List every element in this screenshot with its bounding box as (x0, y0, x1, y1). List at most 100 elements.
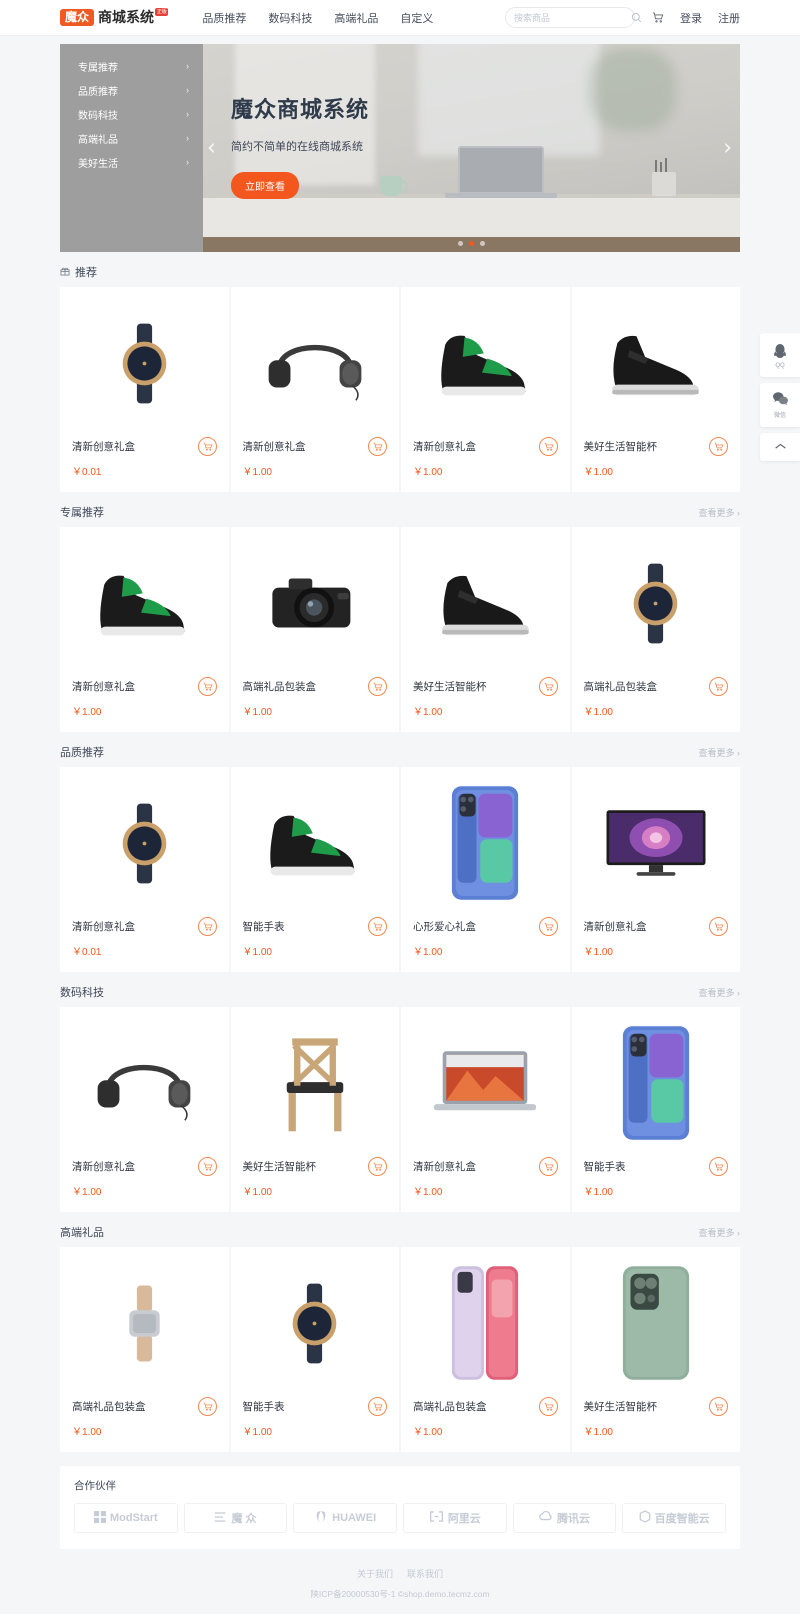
product-image[interactable] (72, 1259, 217, 1387)
carousel-dot-1[interactable] (469, 241, 474, 246)
add-to-cart-icon[interactable] (197, 1157, 217, 1176)
category-item-2[interactable]: 数码科技 › (60, 102, 203, 126)
product-card[interactable]: 美好生活智能杯 ￥1.00 (571, 287, 740, 492)
product-card[interactable]: 清新创意礼盒 ￥1.00 (571, 767, 740, 972)
banner-cta-button[interactable]: 立即查看 (231, 172, 299, 199)
site-logo[interactable]: 魔众 商城系统 正版 (60, 8, 169, 26)
carousel-prev-arrow[interactable]: ‹ (207, 136, 216, 161)
qq-contact-button[interactable]: QQ (760, 333, 800, 377)
partner-logo[interactable]: HUAWEI (293, 1503, 397, 1533)
product-card[interactable]: 智能手表 ￥1.00 (230, 767, 399, 972)
product-image[interactable] (584, 779, 729, 907)
product-image[interactable] (243, 779, 388, 907)
product-card[interactable]: 心形爱心礼盒 ￥1.00 (401, 767, 570, 972)
product-image[interactable] (413, 779, 558, 907)
add-to-cart-icon[interactable] (709, 1397, 728, 1416)
product-card[interactable]: 清新创意礼盒 ￥1.00 (60, 1007, 229, 1212)
product-card[interactable]: 清新创意礼盒 ￥0.01 (60, 767, 229, 972)
add-to-cart-icon[interactable] (709, 677, 728, 696)
product-card[interactable]: 清新创意礼盒 ￥1.00 (401, 287, 570, 492)
search-box[interactable] (505, 7, 642, 28)
nav-item-3[interactable]: 自定义 (400, 10, 433, 26)
partner-label: 腾讯云 (556, 1513, 590, 1525)
product-image[interactable] (584, 1019, 729, 1147)
product-image[interactable] (243, 1019, 388, 1147)
product-image[interactable] (413, 299, 558, 427)
product-card[interactable]: 高端礼品包装盒 ￥1.00 (60, 1247, 229, 1452)
add-to-cart-icon[interactable] (197, 677, 217, 696)
partner-logo[interactable]: 百度智能云 (622, 1503, 726, 1533)
category-item-4[interactable]: 美好生活 › (60, 150, 203, 174)
product-image[interactable] (413, 1019, 558, 1147)
category-item-1[interactable]: 品质推荐 › (60, 78, 203, 102)
product-image[interactable] (72, 299, 217, 427)
product-card[interactable]: 智能手表 ￥1.00 (571, 1007, 740, 1212)
search-icon[interactable] (631, 12, 642, 23)
footer-link-0[interactable]: 关于我们 (357, 1567, 393, 1580)
partner-logo[interactable]: 阿里云 (402, 1503, 507, 1533)
product-image[interactable] (413, 539, 558, 667)
section-more-link[interactable]: 查看更多 › (698, 986, 740, 999)
add-to-cart-icon[interactable] (368, 437, 387, 456)
carousel-dot-2[interactable] (480, 241, 485, 246)
add-to-cart-icon[interactable] (368, 1397, 387, 1416)
add-to-cart-icon[interactable] (709, 437, 728, 456)
add-to-cart-icon[interactable] (197, 1397, 217, 1416)
product-card[interactable]: 高端礼品包装盒 ￥1.00 (571, 527, 740, 732)
add-to-cart-icon[interactable] (368, 677, 387, 696)
wechat-contact-button[interactable]: 微信 (760, 383, 800, 427)
add-to-cart-icon[interactable] (197, 437, 217, 456)
product-image[interactable] (72, 539, 217, 667)
nav-item-1[interactable]: 数码科技 (268, 10, 312, 26)
section-more-link[interactable]: 查看更多 › (698, 1226, 740, 1239)
product-image[interactable] (72, 1019, 217, 1147)
add-to-cart-icon[interactable] (368, 1157, 387, 1176)
footer-link-1[interactable]: 联系我们 (407, 1567, 443, 1580)
product-card[interactable]: 高端礼品包装盒 ￥1.00 (230, 527, 399, 732)
add-to-cart-icon[interactable] (538, 917, 558, 936)
section-more-link[interactable]: 查看更多 › (698, 506, 740, 519)
product-card[interactable]: 美好生活智能杯 ￥1.00 (230, 1007, 399, 1212)
partner-logo[interactable]: 腾讯云 (512, 1503, 617, 1533)
register-link[interactable]: 注册 (718, 10, 740, 26)
add-to-cart-icon[interactable] (538, 437, 558, 456)
add-to-cart-icon[interactable] (709, 1157, 728, 1176)
category-item-3[interactable]: 高端礼品 › (60, 126, 203, 150)
product-card[interactable]: 美好生活智能杯 ￥1.00 (571, 1247, 740, 1452)
add-to-cart-icon[interactable] (368, 917, 387, 936)
product-card[interactable]: 清新创意礼盒 ￥1.00 (60, 527, 229, 732)
add-to-cart-icon[interactable] (538, 1157, 558, 1176)
login-link[interactable]: 登录 (680, 10, 702, 26)
product-image[interactable] (243, 1259, 388, 1387)
nav-item-2[interactable]: 高端礼品 (334, 10, 378, 26)
product-card[interactable]: 清新创意礼盒 ￥0.01 (60, 287, 229, 492)
carousel-dot-0[interactable] (458, 241, 463, 246)
back-to-top-button[interactable] (760, 433, 800, 461)
product-info-row: 心形爱心礼盒 (413, 917, 558, 936)
search-input[interactable] (514, 12, 631, 23)
product-image[interactable] (584, 1259, 729, 1387)
product-card[interactable]: 清新创意礼盒 ￥1.00 (230, 287, 399, 492)
partner-logo[interactable]: 魔 众 (183, 1503, 288, 1533)
carousel-next-arrow[interactable]: › (723, 136, 732, 161)
cart-icon[interactable] (651, 11, 664, 24)
product-image[interactable] (72, 779, 217, 907)
add-to-cart-icon[interactable] (538, 1397, 558, 1416)
add-to-cart-icon[interactable] (709, 917, 728, 936)
product-card[interactable]: 美好生活智能杯 ￥1.00 (401, 527, 570, 732)
nav-item-0[interactable]: 品质推荐 (202, 10, 246, 26)
add-to-cart-icon[interactable] (197, 917, 217, 936)
partner-logo[interactable]: ModStart (74, 1503, 178, 1533)
product-image[interactable] (243, 299, 388, 427)
product-image[interactable] (584, 539, 729, 667)
product-image[interactable] (243, 539, 388, 667)
add-to-cart-icon[interactable] (538, 677, 558, 696)
product-price: ￥1.00 (413, 1427, 443, 1438)
product-card[interactable]: 清新创意礼盒 ￥1.00 (401, 1007, 570, 1212)
product-image[interactable] (584, 299, 729, 427)
section-more-link[interactable]: 查看更多 › (698, 746, 740, 759)
category-item-0[interactable]: 专属推荐 › (60, 54, 203, 78)
product-card[interactable]: 高端礼品包装盒 ￥1.00 (401, 1247, 570, 1452)
product-image[interactable] (413, 1259, 558, 1387)
product-card[interactable]: 智能手表 ￥1.00 (230, 1247, 399, 1452)
